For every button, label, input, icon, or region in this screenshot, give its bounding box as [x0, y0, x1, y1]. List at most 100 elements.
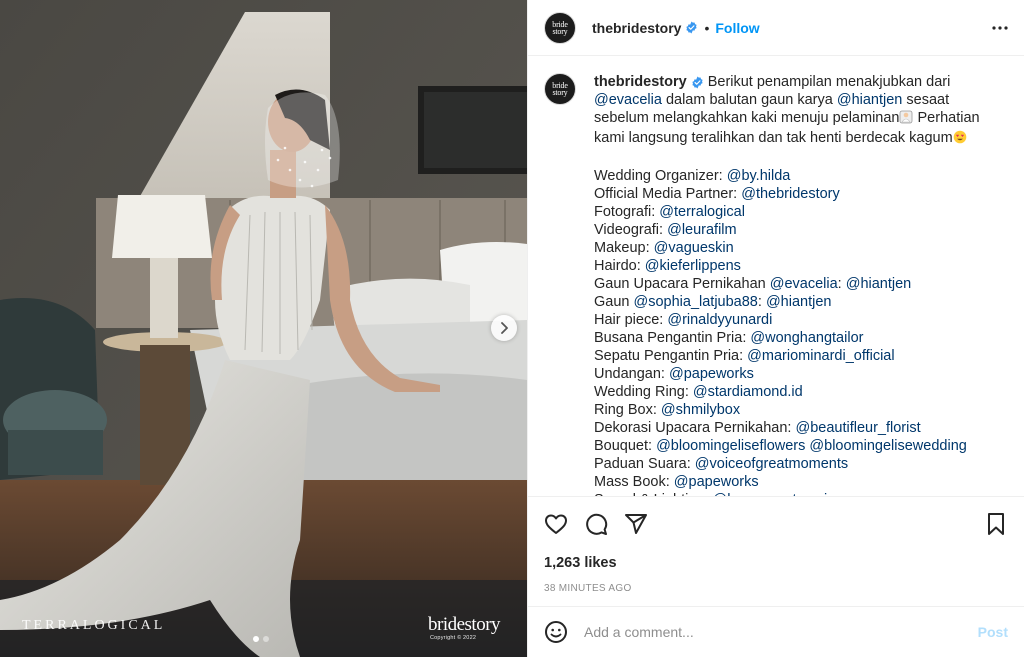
credit-line: Official Media Partner: @thebridestory: [594, 185, 994, 203]
mention-link[interactable]: @beautifleur_florist: [796, 420, 921, 436]
caption-text-segment: Fotografi:: [594, 204, 660, 220]
post-photo[interactable]: TERRALOGICAL bridestory Copyright © 2022: [0, 0, 527, 657]
mention-link[interactable]: @mariominardi_official: [747, 348, 894, 364]
mention-link[interactable]: @kieferlippens: [645, 258, 741, 274]
photographer-watermark: TERRALOGICAL: [22, 618, 166, 633]
mention-link[interactable]: @bloomingelisewedding: [809, 438, 966, 454]
credit-line: Videografi: @leurafilm: [594, 221, 994, 239]
caption-text-segment: Videografi:: [594, 222, 668, 238]
caption-line: @evacelia dalam balutan gaun karya @hian…: [594, 91, 994, 109]
like-count[interactable]: 1,263 likes: [544, 555, 1008, 571]
caption-text-segment: :: [757, 294, 766, 310]
mention-link[interactable]: @shmilybox: [661, 402, 740, 418]
caption-text-segment: Bouquet:: [594, 438, 657, 454]
caption-line: sebelum melangkahkan kaki menuju pelamin…: [594, 109, 994, 129]
mention-link[interactable]: @evacelia: [594, 92, 662, 108]
caption-text-segment: Berikut penampilan menakjubkan dari: [707, 74, 951, 90]
caption-text-segment: sebelum melangkahkan kaki menuju pelamin…: [594, 110, 900, 126]
credit-line: Bouquet: @bloomingeliseflowers @blooming…: [594, 437, 994, 455]
mention-link[interactable]: @hiantjen: [766, 294, 832, 310]
caption-username[interactable]: thebridestory: [594, 74, 687, 90]
header-separator: •: [704, 19, 710, 36]
credit-line: Makeup: @vagueskin: [594, 239, 994, 257]
emoji-picker-icon[interactable]: [544, 620, 568, 644]
credit-line: Fotografi: @terralogical: [594, 203, 994, 221]
caption-text-segment: Wedding Ring:: [594, 384, 693, 400]
next-photo-button[interactable]: [491, 315, 517, 341]
post-timestamp[interactable]: 38 MINUTES AGO: [544, 583, 1008, 594]
mention-link[interactable]: @bloomingeliseflowers: [656, 438, 805, 454]
mention-link[interactable]: @stardiamond.id: [693, 384, 803, 400]
mention-link[interactable]: @thebridestory: [741, 186, 840, 202]
mention-link[interactable]: @terralogical: [659, 204, 745, 220]
mention-link[interactable]: @evacelia: [770, 276, 838, 292]
post-header: bride story thebridestory • Follow: [528, 0, 1024, 56]
post-comment-button[interactable]: Post: [978, 624, 1008, 640]
caption-text-segment: Gaun: [594, 294, 634, 310]
mention-link[interactable]: @wonghangtailor: [750, 330, 863, 346]
chevron-right-icon: [501, 322, 508, 334]
credit-line: Sepatu Pengantin Pria: @mariominardi_off…: [594, 347, 994, 365]
carousel-dot: [253, 636, 259, 642]
caption-text-segment: Makeup:: [594, 240, 654, 256]
mention-link[interactable]: @hiantjen: [846, 276, 912, 292]
caption-text-segment: Gaun Upacara Pernikahan: [594, 276, 770, 292]
mention-link[interactable]: @leurafilm: [667, 222, 737, 238]
credit-line: Dekorasi Upacara Pernikahan: @beautifleu…: [594, 419, 994, 437]
credit-line: Ring Box: @shmilybox: [594, 401, 994, 419]
avatar-logo: bride story: [552, 19, 568, 36]
mention-link[interactable]: @by.hilda: [727, 168, 791, 184]
heart-eyes-emoji: [953, 130, 967, 149]
mention-link[interactable]: @vagueskin: [654, 240, 734, 256]
caption-text-segment: Hair piece:: [594, 312, 668, 328]
credit-line: Paduan Suara: @voiceofgreatmoments: [594, 455, 994, 473]
post-username[interactable]: thebridestory: [592, 20, 681, 36]
credit-line: Wedding Organizer: @by.hilda: [594, 167, 994, 185]
bride-photo-illustration: [0, 0, 527, 657]
carousel-indicator: [253, 636, 269, 642]
caption-text-segment: Busana Pengantin Pria:: [594, 330, 751, 346]
follow-button[interactable]: Follow: [715, 20, 759, 36]
add-comment-bar: Post: [528, 606, 1024, 657]
caption-line: thebridestory Berikut penampilan menakju…: [594, 73, 994, 91]
brand-watermark-copyright: Copyright © 2022: [430, 635, 477, 641]
credit-line: Hair piece: @rinaldyyunardi: [594, 311, 994, 329]
caption-text-segment: dalam balutan gaun karya: [661, 92, 837, 108]
caption-text-segment: Undangan:: [594, 366, 669, 382]
post-side-panel: bride story thebridestory • Follow bride s…: [527, 0, 1024, 657]
avatar[interactable]: bride story: [544, 11, 576, 44]
credit-line: Busana Pengantin Pria: @wonghangtailor: [594, 329, 994, 347]
mention-link[interactable]: @papeworks: [669, 366, 754, 382]
bride-emoji: [899, 110, 913, 129]
action-icons: [544, 497, 1008, 551]
avatar-logo: bride story: [552, 81, 568, 97]
credit-line: Wedding Ring: @stardiamond.id: [594, 383, 994, 401]
mention-link[interactable]: @hiantjen: [837, 92, 903, 108]
caption-text-segment: Dekorasi Upacara Pernikahan:: [594, 420, 796, 436]
mention-link[interactable]: @rinaldyyunardi: [667, 312, 772, 328]
mention-link[interactable]: @sophia_latjuba88: [634, 294, 758, 310]
caption-text-segment: Perhatian: [913, 110, 980, 126]
save-bookmark-icon[interactable]: [984, 512, 1008, 536]
comment-bubble-icon[interactable]: [584, 512, 608, 536]
credit-line: Hairdo: @kieferlippens: [594, 257, 994, 275]
credit-line: Undangan: @papeworks: [594, 365, 994, 383]
mention-link[interactable]: @voiceofgreatmoments: [695, 456, 848, 472]
verified-badge-icon: [691, 76, 704, 89]
caption-text-segment: Hairdo:: [594, 258, 645, 274]
mention-link[interactable]: @papeworks: [674, 474, 759, 490]
share-paper-plane-icon[interactable]: [624, 512, 648, 536]
more-options-icon[interactable]: [992, 25, 1008, 30]
caption-text-segment: Mass Book:: [594, 474, 674, 490]
caption-line: kami langsung teralihkan dan tak henti b…: [594, 129, 994, 149]
brand-watermark: bridestory Copyright © 2022: [428, 614, 501, 642]
caption-comment: bride story thebridestory Berikut penampi…: [544, 73, 1008, 496]
comment-input[interactable]: [584, 624, 978, 640]
caption-avatar[interactable]: bride story: [544, 73, 576, 105]
credit-line: Mass Book: @papeworks: [594, 473, 994, 491]
caption-text-segment: kami langsung teralihkan dan tak henti b…: [594, 130, 953, 146]
like-heart-icon[interactable]: [544, 512, 568, 536]
caption-text-segment: Official Media Partner:: [594, 186, 742, 202]
brand-watermark-name: bridestory: [428, 614, 501, 635]
comments-section[interactable]: bride story thebridestory Berikut penampi…: [528, 57, 1024, 496]
